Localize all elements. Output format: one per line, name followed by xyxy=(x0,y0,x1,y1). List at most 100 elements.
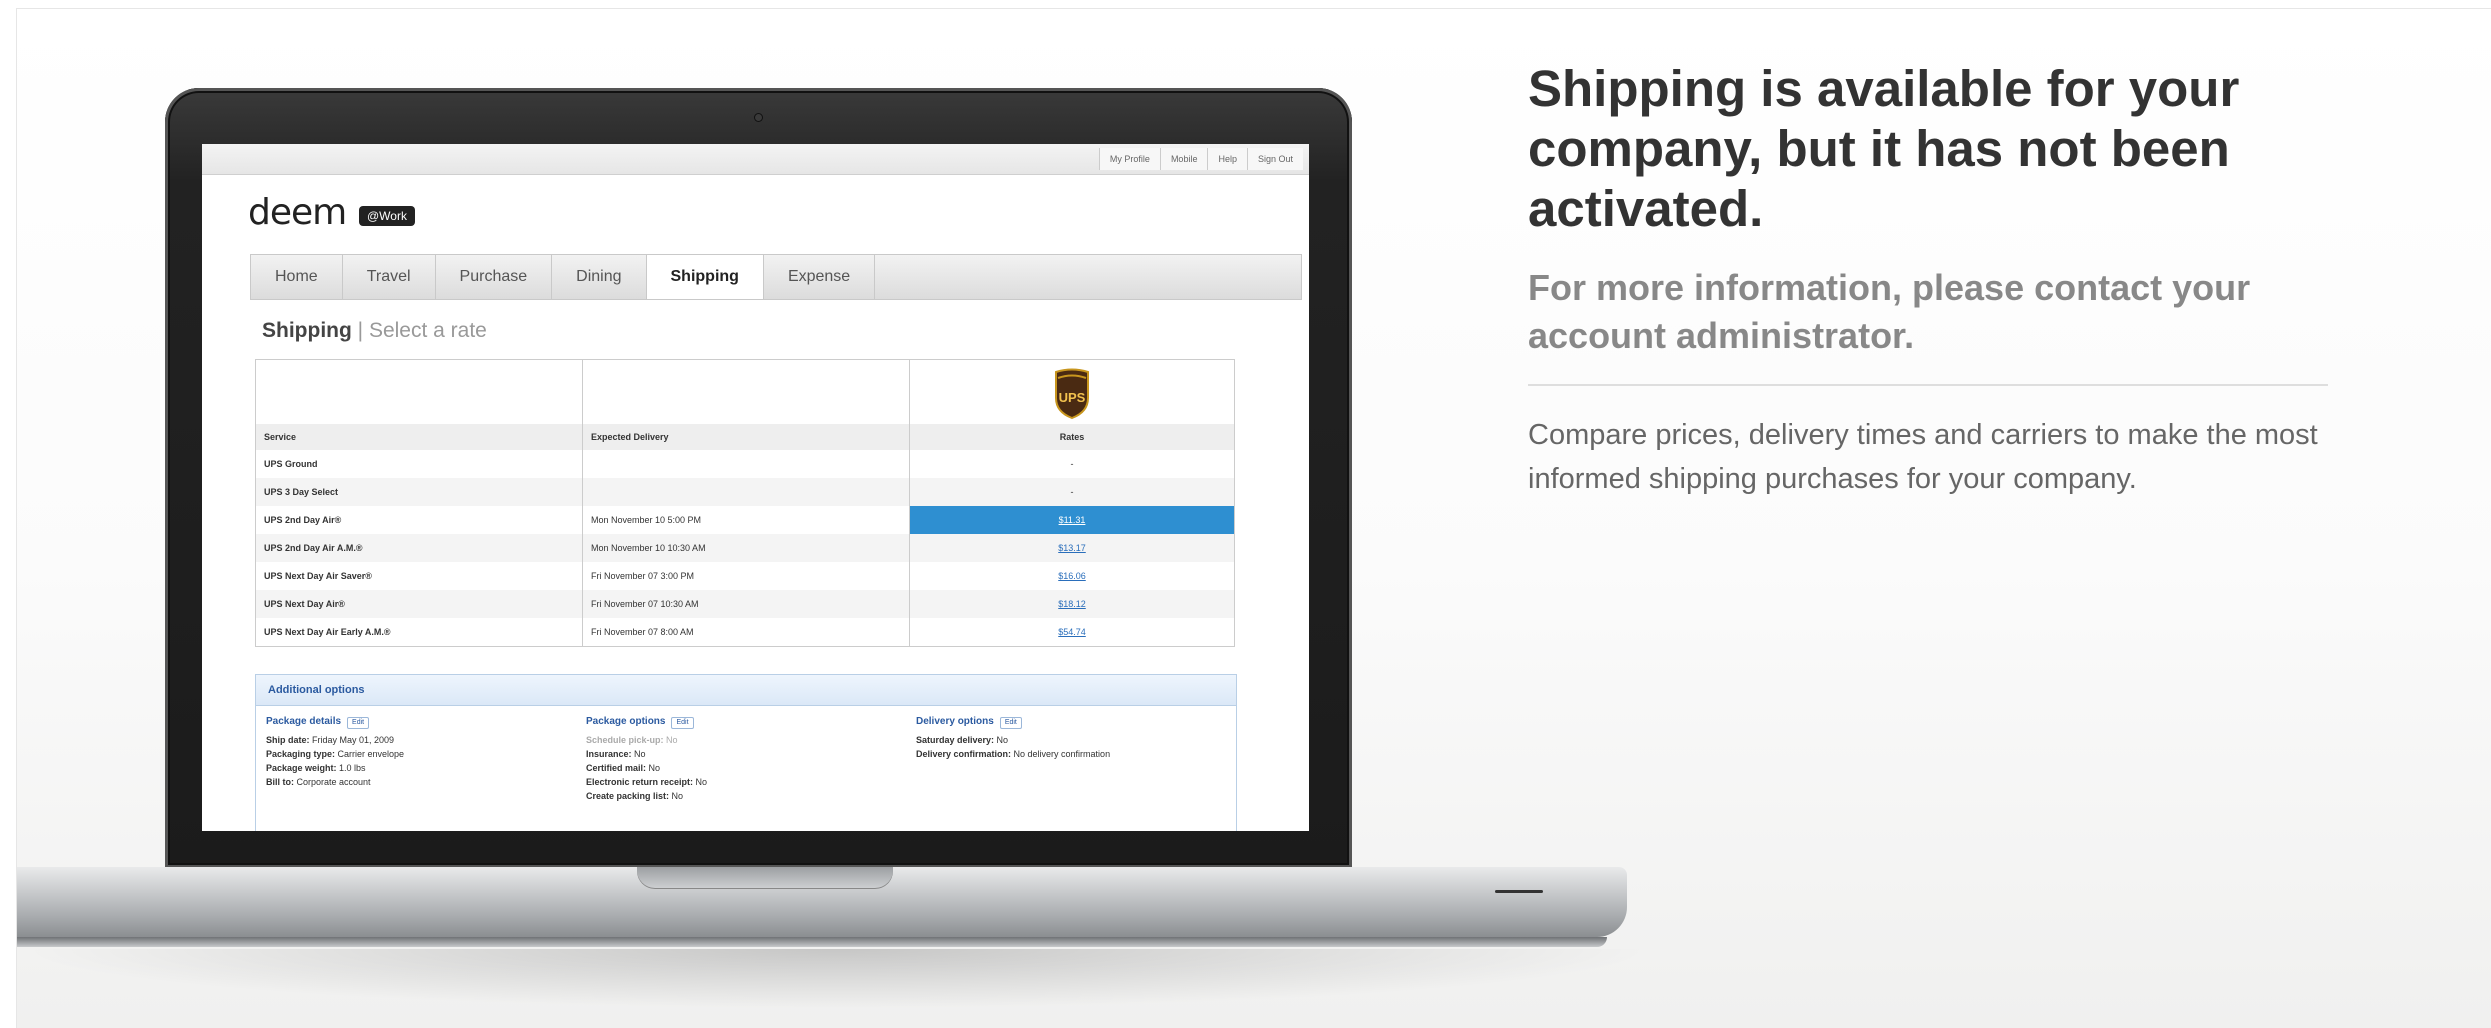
package-options-line-key: Create packing list: xyxy=(586,791,670,801)
table-row[interactable]: UPS Next Day Air Early A.M.® Fri November… xyxy=(255,618,1235,647)
package-details-line-value: 1.0 lbs xyxy=(336,763,366,773)
rate-price-link: - xyxy=(909,450,1235,478)
rates-header-row: Service Expected Delivery Rates xyxy=(255,424,1235,450)
delivery-options-line-key: Saturday delivery: xyxy=(916,735,995,745)
package-options-line-value: No xyxy=(663,735,678,745)
carrier-logo-row: UPS xyxy=(255,359,1235,424)
delivery-options-title-text: Delivery options xyxy=(916,716,994,727)
additional-options-title: Additional options xyxy=(256,675,1236,706)
rate-price-link: - xyxy=(909,478,1235,506)
package-options-line-value: No xyxy=(631,749,646,759)
laptop-base-bottom xyxy=(17,937,1607,947)
rate-expected-delivery: Mon November 10 10:30 AM xyxy=(582,534,910,562)
rate-price-link[interactable]: $13.17 xyxy=(909,534,1235,562)
table-row[interactable]: UPS Ground - xyxy=(255,450,1235,478)
package-details-line-key: Packaging type: xyxy=(266,749,336,759)
package-details-line-value: Corporate account xyxy=(294,777,371,787)
page-title-sub: Select a rate xyxy=(368,319,487,342)
rate-expected-delivery xyxy=(582,450,910,478)
rate-expected-delivery: Fri November 07 10:30 AM xyxy=(582,590,910,618)
package-options-line: Create packing list: No xyxy=(586,789,707,803)
header-service: Service xyxy=(255,424,583,450)
tab-dining[interactable]: Dining xyxy=(552,255,647,299)
package-options-line-key: Schedule pick-up: xyxy=(586,735,664,745)
tab-purchase[interactable]: Purchase xyxy=(436,255,553,299)
rate-service: UPS 2nd Day Air® xyxy=(255,506,583,534)
rate-service: UPS Next Day Air Early A.M.® xyxy=(255,618,583,647)
promo-body: Compare prices, delivery times and carri… xyxy=(1528,419,2318,495)
ups-logo-text: UPS xyxy=(1059,390,1086,405)
rate-price-link[interactable]: $11.31 xyxy=(909,506,1235,534)
package-details-line-key: Bill to: xyxy=(266,777,294,787)
delivery-options-section: Delivery options Edit Saturday delivery: N… xyxy=(916,715,1110,761)
package-options-title: Package options Edit xyxy=(586,715,707,729)
package-options-line: Schedule pick-up: No xyxy=(586,733,707,747)
package-options-line-value: No xyxy=(646,763,661,773)
table-row[interactable]: UPS 2nd Day Air A.M.® Mon November 10 10:… xyxy=(255,534,1235,562)
page-title: Shipping | Select a rate xyxy=(262,319,487,343)
package-details-line: Bill to: Corporate account xyxy=(266,775,404,789)
page-title-main: Shipping xyxy=(262,319,352,342)
table-row[interactable]: UPS Next Day Air® Fri November 07 10:30 A… xyxy=(255,590,1235,618)
utility-link-help[interactable]: Help xyxy=(1207,148,1247,170)
package-details-section: Package details Edit Ship date: Friday May… xyxy=(266,715,404,789)
table-row[interactable]: UPS 2nd Day Air® Mon November 10 5:00 PM $… xyxy=(255,506,1235,534)
main-nav: Home Travel Purchase Dining Shipping Expense xyxy=(250,254,1302,300)
deem-logo: deem xyxy=(248,192,347,233)
package-options-title-text: Package options xyxy=(586,716,666,727)
package-details-line: Packaging type: Carrier envelope xyxy=(266,747,404,761)
logo-badge: @Work xyxy=(359,206,415,226)
package-options-line: Certified mail: No xyxy=(586,761,707,775)
package-details-title-text: Package details xyxy=(266,716,342,727)
camera-dot xyxy=(755,114,762,121)
promo-subhead: For more information, please contact you… xyxy=(1528,267,2251,356)
tab-travel[interactable]: Travel xyxy=(343,255,436,299)
package-options-line-value: No xyxy=(693,777,708,787)
package-options-line: Electronic return receipt: No xyxy=(586,775,707,789)
promo-panel: My Profile Mobile Help Sign Out deem @Work … xyxy=(16,8,2491,1028)
rate-price-link[interactable]: $54.74 xyxy=(909,618,1235,647)
table-row[interactable]: UPS 3 Day Select - xyxy=(255,478,1235,506)
delivery-options-line-value: No delivery confirmation xyxy=(1011,749,1111,759)
rate-service: UPS 3 Day Select xyxy=(255,478,583,506)
delivery-options-line-value: No xyxy=(994,735,1009,745)
package-options-line-key: Electronic return receipt: xyxy=(586,777,694,787)
package-options-edit-button[interactable]: Edit xyxy=(671,717,694,729)
package-details-line: Package weight: 1.0 lbs xyxy=(266,761,404,775)
promo-headline: Shipping is available for your company, … xyxy=(1528,60,2240,237)
table-row[interactable]: UPS Next Day Air Saver® Fri November 07 3… xyxy=(255,562,1235,590)
utility-link-sign-out[interactable]: Sign Out xyxy=(1246,148,1303,170)
rate-service: UPS Next Day Air Saver® xyxy=(255,562,583,590)
tab-shipping[interactable]: Shipping xyxy=(646,255,764,299)
page-title-separator: | xyxy=(351,319,369,342)
rate-expected-delivery: Fri November 07 3:00 PM xyxy=(582,562,910,590)
laptop-notch xyxy=(637,867,893,889)
header-expected-delivery: Expected Delivery xyxy=(582,424,910,450)
rate-service: UPS Ground xyxy=(255,450,583,478)
rate-expected-delivery: Mon November 10 5:00 PM xyxy=(582,506,910,534)
utility-bar: My Profile Mobile Help Sign Out xyxy=(202,144,1309,175)
header-rates: Rates xyxy=(909,424,1235,450)
delivery-options-edit-button[interactable]: Edit xyxy=(999,717,1022,729)
delivery-options-line-key: Delivery confirmation: xyxy=(916,749,1012,759)
package-details-line-key: Ship date: xyxy=(266,735,310,745)
package-details-title: Package details Edit xyxy=(266,715,404,729)
laptop-shadow xyxy=(17,949,1657,1009)
utility-link-my-profile[interactable]: My Profile xyxy=(1098,148,1160,170)
package-details-edit-button[interactable]: Edit xyxy=(347,717,370,729)
promo-divider xyxy=(1528,384,2328,386)
package-options-line-key: Certified mail: xyxy=(586,763,647,773)
package-options-section: Package options Edit Schedule pick-up: No I… xyxy=(586,715,707,803)
rate-price-link[interactable]: $18.12 xyxy=(909,590,1235,618)
rate-service: UPS Next Day Air® xyxy=(255,590,583,618)
rate-expected-delivery xyxy=(582,478,910,506)
additional-options-panel: Additional options Package details Edit Sh… xyxy=(255,674,1237,831)
package-details-line-value: Friday May 01, 2009 xyxy=(309,735,395,745)
utility-link-mobile[interactable]: Mobile xyxy=(1159,148,1208,170)
tab-home[interactable]: Home xyxy=(251,255,343,299)
rate-service: UPS 2nd Day Air A.M.® xyxy=(255,534,583,562)
rate-expected-delivery: Fri November 07 8:00 AM xyxy=(582,618,910,647)
rates-table: UPS Service Expected Delivery Rates UPS … xyxy=(255,359,1235,647)
rate-price-link[interactable]: $16.06 xyxy=(909,562,1235,590)
tab-expense[interactable]: Expense xyxy=(764,255,876,299)
